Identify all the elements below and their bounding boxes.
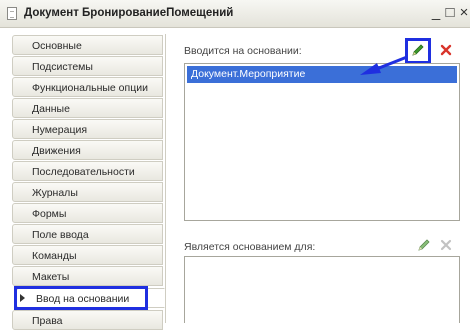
based-on-list[interactable]: Документ.Мероприятие (184, 63, 460, 221)
document-icon (7, 7, 17, 20)
basis-for-list[interactable] (184, 256, 460, 323)
list-item[interactable]: Документ.Мероприятие (187, 66, 457, 83)
active-tab-arrow-icon (20, 294, 25, 302)
tab-label: Ввод на основании (36, 293, 130, 305)
pencil-icon[interactable] (411, 43, 425, 57)
basis-for-label: Является основанием для: (184, 241, 316, 253)
tab-list: Основные Подсистемы Функциональные опции… (12, 35, 165, 330)
pencil-icon[interactable] (417, 238, 431, 252)
window-titlebar: Документ БронированиеПомещений _ □ × (0, 0, 470, 28)
tab-data[interactable]: Данные (12, 98, 163, 118)
tab-journals[interactable]: Журналы (12, 182, 163, 202)
tab-movements[interactable]: Движения (12, 140, 163, 160)
close-button[interactable]: × (456, 4, 470, 22)
delete-x-icon[interactable] (439, 43, 453, 57)
tab-input-on-basis[interactable]: Ввод на основании (16, 288, 165, 308)
tab-sequences[interactable]: Последовательности (12, 161, 163, 181)
based-on-label: Вводится на основании: (184, 45, 302, 57)
tab-input-field[interactable]: Поле ввода (12, 224, 163, 244)
delete-x-icon[interactable] (439, 238, 453, 252)
tab-subsystems[interactable]: Подсистемы (12, 56, 163, 76)
tab-main[interactable]: Основные (12, 35, 163, 55)
tab-functional-options[interactable]: Функциональные опции (12, 77, 163, 97)
tab-rights[interactable]: Права (12, 310, 163, 330)
tab-forms[interactable]: Формы (12, 203, 163, 223)
window-title: Документ БронированиеПомещений (24, 7, 234, 19)
tab-commands[interactable]: Команды (12, 245, 163, 265)
tab-numbering[interactable]: Нумерация (12, 119, 163, 139)
tab-templates[interactable]: Макеты (12, 266, 163, 286)
